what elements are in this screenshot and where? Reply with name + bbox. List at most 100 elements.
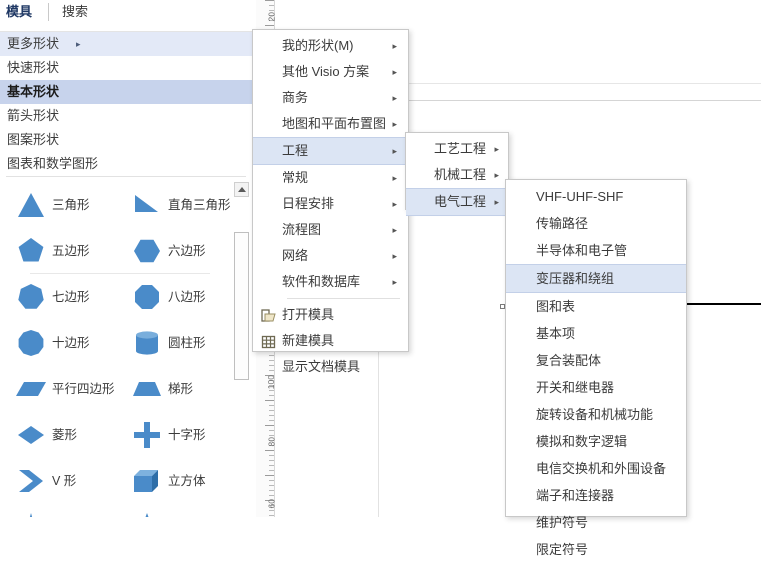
menu-item-8[interactable]: 网络 ▸ [253,243,408,269]
menu-item-label: 软件和数据库 [282,274,361,289]
shape-item-cube[interactable]: 立方体 [116,458,232,504]
menu-item-0[interactable]: 工艺工程 ▸ [406,136,508,162]
ruler-tick [265,425,274,426]
menu-item-label: 网络 [282,248,309,263]
stencil-item-label: 图案形状 [7,132,60,147]
shape-gallery-row: 十边形 圆柱形 [0,320,232,366]
menu-item-4[interactable]: 图和表 [506,293,686,320]
menu-engineering[interactable]: 工艺工程 ▸ 机械工程 ▸ 电气工程 ▸ [405,132,509,216]
shape-item-right-triangle[interactable]: 直角三角形 [116,182,232,228]
tab-molds[interactable]: 模具 [6,0,32,26]
shape-item-label: 八边形 [168,290,206,304]
menu-item-1[interactable]: 机械工程 ▸ [406,162,508,188]
menu-item-5[interactable]: 基本项 [506,320,686,347]
stencil-item-3[interactable]: 箭头形状 [0,104,252,128]
scrollbar-thumb[interactable] [234,232,249,380]
shape-item-hexagon[interactable]: 六边形 [116,228,232,274]
menu-item-0[interactable]: VHF-UHF-SHF [506,183,686,210]
menu-item-7[interactable]: 开关和继电器 [506,374,686,401]
shape-item-heptagon[interactable]: 七边形 [0,274,116,320]
menu-item-2[interactable]: 商务 ▸ [253,85,408,111]
shape-item-pentagon[interactable]: 五边形 [0,228,116,274]
chevron-right-icon: ▸ [392,199,397,209]
ruler-tick [269,415,274,416]
menu-item-8[interactable]: 旋转设备和机械功能 [506,401,686,428]
menu-item-5[interactable]: 常规 ▸ [253,165,408,191]
stencil-item-1[interactable]: 快速形状 [0,56,252,80]
menu-item-13[interactable]: 限定符号 [506,536,686,563]
drawing-connector-line[interactable] [686,303,761,305]
menu-item-label: 开关和继电器 [536,380,615,395]
shape-item-star-5[interactable]: 五角星 [116,504,232,517]
stencil-list: 更多形状 ▸ 快速形状 基本形状 箭头形状图案形状图表和数学图形 [0,31,252,180]
star-5-shape-icon [132,512,162,517]
menu-item-label: 基本项 [536,326,576,341]
menu-item-1[interactable]: 传输路径 [506,210,686,237]
chevron-right-icon: ▸ [392,251,397,261]
menu-item-label: 新建模具 [282,333,335,348]
ruler-tick [269,460,274,461]
cylinder-shape-icon [132,328,162,358]
menu-item-7[interactable]: 流程图 ▸ [253,217,408,243]
caret-up-icon [238,187,246,192]
scrollbar-track[interactable] [234,197,249,517]
heptagon-shape-icon [16,282,46,312]
menu-item-12[interactable]: 维护符号 [506,509,686,536]
menu-item-4[interactable]: 工程 ▸ [253,137,408,165]
menu-item-label: 复合装配体 [536,353,602,368]
shape-item-parallelogram[interactable]: 平行四边形 [0,366,116,412]
shape-gallery-row: 菱形 十字形 [0,412,232,458]
new-grid-icon [261,333,277,349]
shape-item-decagon[interactable]: 十边形 [0,320,116,366]
shape-item-cross[interactable]: 十字形 [116,412,232,458]
menu-item-10[interactable]: 电信交换机和外围设备 [506,455,686,482]
tab-search[interactable]: 搜索 [62,0,88,26]
menu-more-shapes[interactable]: 我的形状(M) ▸ 其他 Visio 方案 ▸ 商务 ▸ 地图和平面布置图 ▸ 工程 ▸ 常规 ▸ 日程… [252,29,409,374]
menu-item-9[interactable]: 模拟和数字逻辑 [506,428,686,455]
stencil-item-label: 图表和数学图形 [7,156,99,171]
shape-item-trapezoid[interactable]: 梯形 [116,366,232,412]
shape-item-octagon[interactable]: 八边形 [116,274,232,320]
menu-item-3[interactable]: 变压器和绕组 [506,264,686,293]
menu-item-label: VHF-UHF-SHF [536,189,624,204]
shape-item-diamond[interactable]: 菱形 [0,412,116,458]
scroll-up-button[interactable] [234,182,249,197]
parallelogram-shape-icon [16,374,46,404]
ruler-tick [265,400,274,401]
shape-gallery-row: 五边形 六边形 [0,228,232,274]
shape-item-label: 立方体 [168,474,206,488]
ruler-tick [269,465,274,466]
menu-item-2[interactable]: 电气工程 ▸ [406,188,508,216]
menu-item-label: 常规 [282,170,309,185]
ruler-tick [265,475,274,476]
shape-item-cylinder[interactable]: 圆柱形 [116,320,232,366]
menu-item-11[interactable]: 打开模具 [253,302,408,328]
menu-item-label: 我的形状(M) [282,38,354,53]
stencil-item-4[interactable]: 图案形状 [0,128,252,152]
menu-item-13[interactable]: 显示文档模具 [253,354,408,380]
ruler-tick [269,485,274,486]
shape-item-star-4[interactable]: 四角星 [0,504,116,517]
ruler-label: 80 [266,437,276,447]
menu-item-1[interactable]: 其他 Visio 方案 ▸ [253,59,408,85]
menu-electrical-engineering[interactable]: VHF-UHF-SHF 传输路径 半导体和电子管 变压器和绕组 图和表基本项复合装配体开… [505,179,687,557]
menu-item-2[interactable]: 半导体和电子管 [506,237,686,264]
menu-item-3[interactable]: 地图和平面布置图 ▸ [253,111,408,137]
shape-item-chevron[interactable]: V 形 [0,458,116,504]
shape-item-triangle[interactable]: 三角形 [0,182,116,228]
shape-gallery-scrollbar[interactable] [234,182,250,517]
stencil-item-2[interactable]: 基本形状 [0,80,252,104]
stencil-panel-tabstrip: 模具 搜索 [0,0,252,26]
chevron-right-icon: ▸ [392,146,397,156]
menu-item-12[interactable]: 新建模具 [253,328,408,354]
menu-item-0[interactable]: 我的形状(M) ▸ [253,33,408,59]
menu-item-label: 旋转设备和机械功能 [536,407,654,422]
shape-item-label: 七边形 [52,290,90,304]
menu-item-6[interactable]: 复合装配体 [506,347,686,374]
shape-item-label: 四角星 [52,504,90,517]
stencil-item-5[interactable]: 图表和数学图形 [0,152,252,176]
menu-item-11[interactable]: 端子和连接器 [506,482,686,509]
menu-item-9[interactable]: 软件和数据库 ▸ [253,269,408,295]
stencil-item-0[interactable]: 更多形状 ▸ [0,32,252,56]
menu-item-6[interactable]: 日程安排 ▸ [253,191,408,217]
